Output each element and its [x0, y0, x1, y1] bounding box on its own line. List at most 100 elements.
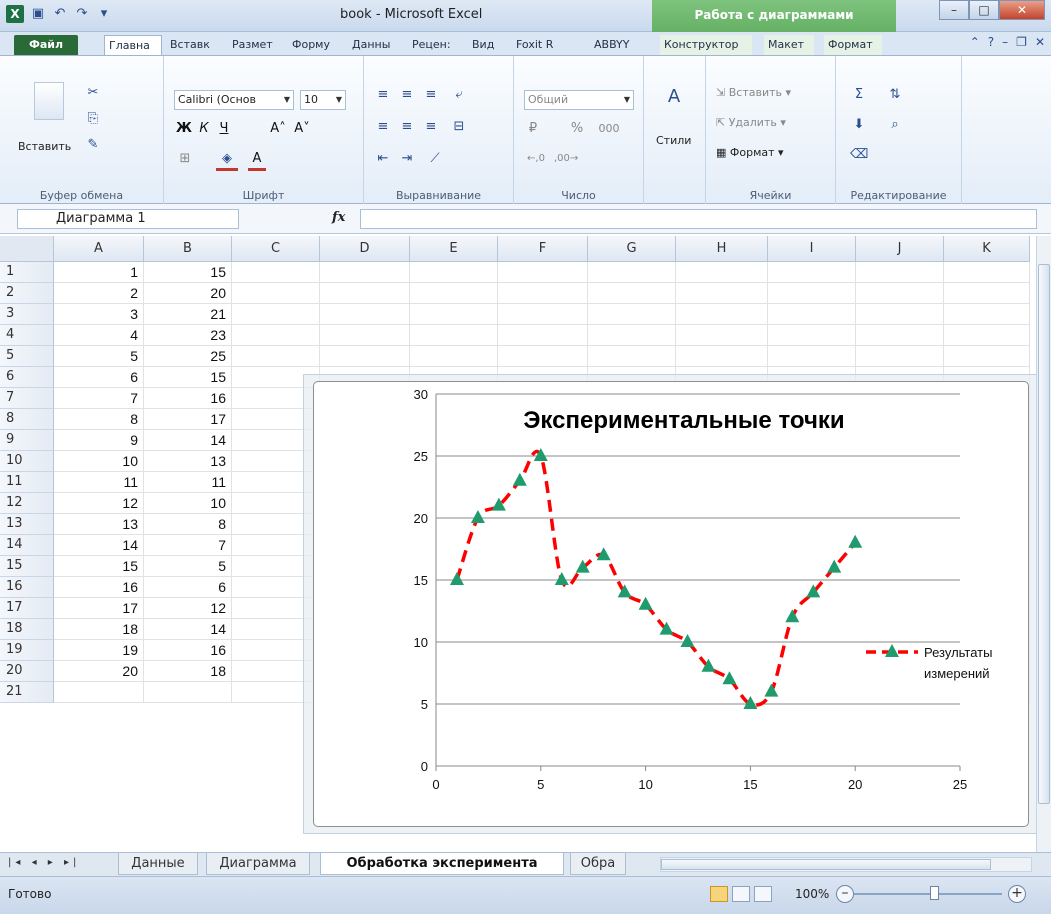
underline-icon[interactable]: Ч [216, 120, 232, 138]
thousands-separator-icon[interactable]: 000 [594, 120, 624, 138]
tab-view[interactable]: Вид [468, 35, 502, 55]
row-header[interactable]: 2 [0, 283, 54, 304]
zoom-slider-thumb[interactable] [930, 886, 939, 900]
cell[interactable]: 21 [144, 304, 232, 325]
cell[interactable] [768, 283, 856, 304]
cell[interactable] [410, 304, 498, 325]
cell[interactable] [768, 346, 856, 367]
merge-cells-icon[interactable]: ⊟ [450, 118, 468, 136]
cell[interactable]: 2 [54, 283, 144, 304]
bold-icon[interactable]: Ж [176, 120, 192, 138]
clear-icon[interactable]: ⌫ [850, 146, 868, 164]
format-cells-button[interactable]: ▦ Формат ▾ [716, 146, 784, 159]
name-box[interactable]: Диаграмма 1 [17, 209, 239, 229]
align-left-icon[interactable]: ≡ [374, 118, 392, 136]
save-icon[interactable]: ▣ [30, 6, 46, 22]
row-header[interactable]: 15 [0, 556, 54, 577]
row-header[interactable]: 13 [0, 514, 54, 535]
row-header[interactable]: 5 [0, 346, 54, 367]
cell[interactable] [232, 304, 320, 325]
paste-button[interactable]: Вставить [18, 140, 71, 153]
cell[interactable] [320, 304, 410, 325]
row-header[interactable]: 7 [0, 388, 54, 409]
cell[interactable]: 6 [54, 367, 144, 388]
sheet-tab-experiment-processing[interactable]: Обработка эксперимента [320, 853, 564, 875]
column-header[interactable]: F [498, 236, 588, 262]
cell[interactable] [498, 325, 588, 346]
cell[interactable]: 14 [144, 619, 232, 640]
align-center-icon[interactable]: ≡ [398, 118, 416, 136]
insert-function-icon[interactable]: fx [332, 210, 345, 225]
help-icon[interactable]: ? [988, 35, 994, 49]
tab-chart-design[interactable]: Конструктор [660, 35, 752, 55]
decrease-decimal-icon[interactable]: ,00→ [554, 150, 578, 168]
cell[interactable]: 12 [54, 493, 144, 514]
currency-icon[interactable]: ₽ [524, 120, 542, 138]
cell[interactable] [320, 346, 410, 367]
row-header[interactable]: 9 [0, 430, 54, 451]
cell[interactable]: 14 [54, 535, 144, 556]
cell[interactable]: 15 [54, 556, 144, 577]
row-header[interactable]: 17 [0, 598, 54, 619]
row-header[interactable]: 4 [0, 325, 54, 346]
cell[interactable] [676, 283, 768, 304]
row-header[interactable]: 10 [0, 451, 54, 472]
delete-cells-button[interactable]: ⇱ Удалить ▾ [716, 116, 786, 129]
cell[interactable] [498, 283, 588, 304]
zoom-slider[interactable] [854, 893, 1002, 895]
cell[interactable] [232, 346, 320, 367]
sheet-tab-data[interactable]: Данные [118, 853, 198, 875]
cell[interactable] [320, 283, 410, 304]
cell[interactable] [498, 346, 588, 367]
cell[interactable] [944, 325, 1030, 346]
column-header[interactable]: D [320, 236, 410, 262]
column-header[interactable]: C [232, 236, 320, 262]
grow-font-icon[interactable]: A˄ [268, 120, 288, 138]
fill-icon[interactable]: ⬇ [850, 116, 868, 134]
cell[interactable] [410, 283, 498, 304]
row-header[interactable]: 20 [0, 661, 54, 682]
cell[interactable] [232, 325, 320, 346]
cell[interactable]: 23 [144, 325, 232, 346]
sheet-nav-buttons[interactable]: |◂ ◂ ▸ ▸| [8, 857, 80, 868]
cell[interactable] [856, 304, 944, 325]
row-header[interactable]: 1 [0, 262, 54, 283]
cell[interactable]: 1 [54, 262, 144, 283]
cell[interactable] [410, 262, 498, 283]
vertical-scrollbar[interactable] [1036, 236, 1051, 852]
cell[interactable]: 5 [144, 556, 232, 577]
cell[interactable] [676, 262, 768, 283]
cell[interactable]: 14 [144, 430, 232, 451]
tab-formulas[interactable]: Форму [288, 35, 344, 55]
row-header[interactable]: 14 [0, 535, 54, 556]
column-header[interactable]: E [410, 236, 498, 262]
page-layout-view-icon[interactable] [732, 886, 750, 902]
cell[interactable]: 4 [54, 325, 144, 346]
find-select-icon[interactable]: ⌕ [886, 116, 904, 134]
cell[interactable]: 12 [144, 598, 232, 619]
styles-button[interactable]: Стили [656, 134, 691, 147]
tab-data[interactable]: Данны [348, 35, 404, 55]
horizontal-scroll-thumb[interactable] [661, 859, 991, 870]
cell[interactable] [498, 262, 588, 283]
cell[interactable] [232, 262, 320, 283]
row-header[interactable]: 19 [0, 640, 54, 661]
cell[interactable] [498, 304, 588, 325]
row-header[interactable]: 3 [0, 304, 54, 325]
cell[interactable] [676, 304, 768, 325]
zoom-out-icon[interactable]: – [836, 885, 854, 903]
cell[interactable] [856, 283, 944, 304]
column-header[interactable]: A [54, 236, 144, 262]
borders-icon[interactable]: ⊞ [176, 150, 194, 168]
zoom-level[interactable]: 100% [795, 887, 829, 901]
cell[interactable]: 5 [54, 346, 144, 367]
cell[interactable]: 20 [144, 283, 232, 304]
tab-chart-layout[interactable]: Макет [764, 35, 814, 55]
font-name-combo[interactable]: Calibri (Основ ▼ [174, 90, 294, 110]
cell[interactable]: 11 [144, 472, 232, 493]
cell[interactable] [768, 304, 856, 325]
cell[interactable]: 18 [54, 619, 144, 640]
align-right-icon[interactable]: ≡ [422, 118, 440, 136]
cell[interactable] [944, 283, 1030, 304]
percent-icon[interactable]: % [568, 120, 586, 138]
